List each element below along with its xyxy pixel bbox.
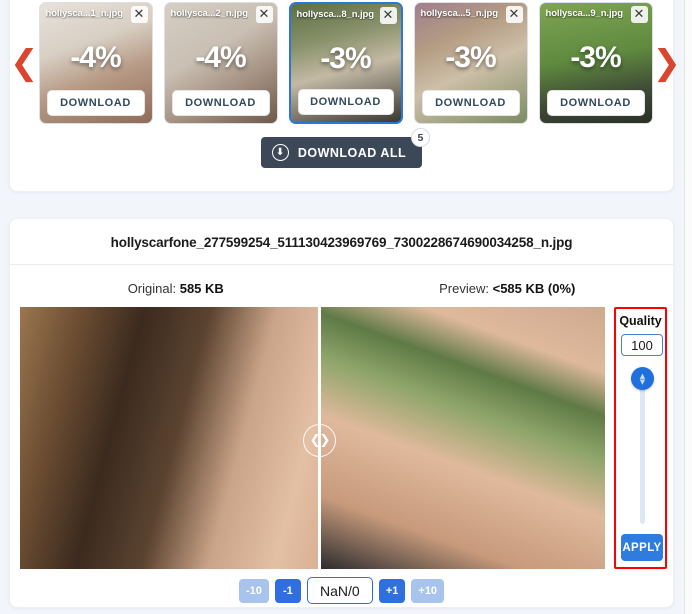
thumbnail-item[interactable]: hollysca...9_n.jpg ✕ -3% DOWNLOAD [538,2,653,124]
quality-input[interactable] [621,334,663,356]
thumbnail-filename: hollysca...8_n.jpg [296,9,374,20]
plus-one-button[interactable]: +1 [378,578,406,603]
thumbnail-list: hollysca...1_n.jpg ✕ -4% DOWNLOAD hollys… [38,0,653,124]
close-icon[interactable]: ✕ [505,6,523,23]
close-icon[interactable]: ✕ [379,7,397,24]
thumbnail-item[interactable]: hollysca...5_n.jpg ✕ -3% DOWNLOAD [413,2,528,124]
plus-ten-button[interactable]: +10 [411,578,445,603]
original-size: Original: 585 KB [10,281,342,296]
minus-ten-button[interactable]: -10 [238,578,269,603]
minus-one-button[interactable]: -1 [274,578,301,603]
preview-value: <585 KB (0%) [492,281,576,296]
compare-image-after [321,307,605,569]
quality-label: Quality [619,314,662,328]
download-button[interactable]: DOWNLOAD [546,90,645,116]
thumbnail-percent: -4% [70,41,121,74]
left-right-arrows-icon[interactable]: ❮❯ [303,424,336,457]
thumbnail-item[interactable]: hollysca...1_n.jpg ✕ -4% DOWNLOAD [38,2,153,124]
stepper-row: -10 -1 +1 +10 [10,577,673,604]
gallery-card: ❮ hollysca...1_n.jpg ✕ -4% DOWNLOAD holl… [9,0,681,192]
preview-label: Preview: [439,281,493,296]
thumbnail-strip: ❮ hollysca...1_n.jpg ✕ -4% DOWNLOAD holl… [10,0,681,133]
download-button[interactable]: DOWNLOAD [297,89,394,115]
chevron-left-icon[interactable]: ❮ [10,0,39,133]
thumbnail-item-selected[interactable]: hollysca...8_n.jpg ✕ -3% DOWNLOAD [288,2,403,124]
thumbnail-percent: -3% [570,41,621,74]
thumbnail-percent: -4% [195,41,246,74]
app-root: ❮ hollysca...1_n.jpg ✕ -4% DOWNLOAD holl… [0,0,692,614]
thumbnail-item[interactable]: hollysca...2_n.jpg ✕ -4% DOWNLOAD [163,2,278,124]
page-scrollbar[interactable] [684,0,692,614]
thumbnail-percent: -3% [320,42,371,75]
close-icon[interactable]: ✕ [630,6,648,23]
thumbnail-percent: -3% [445,41,496,74]
chevron-right-icon[interactable]: ❯ [653,0,682,133]
page-index-input[interactable] [306,577,373,604]
download-all-label: DOWNLOAD ALL [297,145,407,160]
thumbnail-filename: hollysca...1_n.jpg [45,8,123,19]
quality-panel: Quality ▲▼ APPLY [614,307,667,569]
download-circle-icon: ⬇ [271,144,289,161]
thumbnail-filename: hollysca...2_n.jpg [170,8,248,19]
apply-button[interactable]: APPLY [621,534,663,561]
thumbnail-filename: hollysca...9_n.jpg [545,8,623,19]
detail-card: hollyscarfone_277599254_511130423969769_… [9,218,674,608]
download-button[interactable]: DOWNLOAD [171,90,270,116]
original-label: Original: [127,281,180,296]
download-all-button[interactable]: ⬇ DOWNLOAD ALL 5 [260,128,431,168]
preview-size: Preview: <585 KB (0%) [342,281,674,296]
image-compare-viewer[interactable]: ❮❯ [20,307,605,569]
download-all-row: ⬇ DOWNLOAD ALL 5 [10,128,673,168]
thumbnail-filename: hollysca...5_n.jpg [420,8,498,19]
page-title: hollyscarfone_277599254_511130423969769_… [110,235,573,250]
size-summary: Original: 585 KB Preview: <585 KB (0%) [10,281,673,296]
download-button[interactable]: DOWNLOAD [46,90,145,116]
original-value: 585 KB [179,281,224,296]
quality-slider-track[interactable] [640,369,645,524]
divider [10,264,673,265]
close-icon[interactable]: ✕ [255,6,273,23]
up-down-chevrons-icon[interactable]: ▲ ▼ [631,367,654,390]
close-icon[interactable]: ✕ [130,6,148,23]
compare-image-before [20,307,318,569]
download-button[interactable]: DOWNLOAD [421,90,520,116]
download-all-badge: 5 [411,128,431,147]
